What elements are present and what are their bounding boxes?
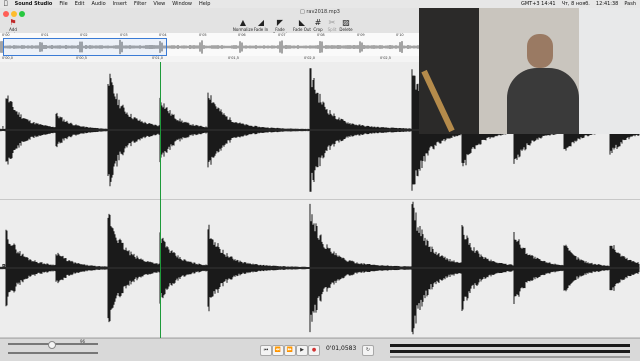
overview-tick: 0'07	[278, 33, 286, 37]
window-light	[579, 8, 640, 134]
time-display: 0'01,0583	[326, 345, 357, 352]
rewind-button[interactable]: ⏪	[272, 345, 284, 356]
zoom-slider-knob[interactable]	[48, 341, 56, 349]
overview-tick: 0'01	[41, 33, 49, 37]
delete-button[interactable]: ▨ Delete	[339, 18, 353, 33]
marker-icon: ⚑	[9, 18, 17, 27]
right-channel-waveform	[0, 201, 640, 335]
crop-icon: #	[314, 18, 322, 27]
ruler-tick: 0'00,0	[2, 56, 13, 60]
overview-tick: 0'00	[2, 33, 10, 37]
menu-help[interactable]: Help	[199, 0, 210, 8]
channel-right[interactable]: R	[0, 200, 640, 338]
right-channel-label: R	[2, 264, 6, 270]
level-meter-bottom	[390, 350, 630, 353]
overview-tick: 0'05	[199, 33, 207, 37]
fade-out-label: Fade Out	[293, 27, 311, 32]
crop-button[interactable]: # Crop	[311, 18, 325, 33]
document-icon: □	[300, 9, 305, 15]
window-title-text: rav2018.mp3	[306, 9, 340, 15]
play-button[interactable]: ▶	[296, 345, 308, 356]
fade-out-button[interactable]: ◣ Fade Out	[293, 18, 311, 33]
ruler-tick: 0'02,0	[304, 56, 315, 60]
overview-selection[interactable]	[3, 38, 167, 56]
overview-tick: 0'08	[317, 33, 325, 37]
level-meter-top	[390, 344, 630, 347]
menu-edit[interactable]: Edit	[75, 0, 85, 8]
left-channel-label: L	[2, 126, 6, 132]
volume-slider[interactable]	[390, 356, 630, 358]
transport-bar: 96 ⏮ ⏪ ⏩ ▶ ● 0'01,0583 ↻	[0, 338, 640, 361]
timezone-status[interactable]: GMT+3 14:41	[521, 0, 556, 8]
person-head	[527, 34, 553, 68]
overview-tick: 0'02	[80, 33, 88, 37]
fade-in-button[interactable]: ◢ Fade In	[253, 18, 269, 33]
normalize-label: Normalize	[232, 27, 254, 32]
loop-button[interactable]: ↻	[362, 345, 374, 356]
apple-menu-icon[interactable]: 	[4, 0, 8, 8]
user-status[interactable]: Pash	[624, 0, 636, 8]
menu-bar:  Sound Studio File Edit Audio Insert Fi…	[0, 0, 640, 8]
clock-status[interactable]: 12:41:38	[596, 0, 618, 8]
fade-in-icon: ◢	[257, 18, 265, 27]
rewind-to-start-button[interactable]: ⏮	[260, 345, 272, 356]
split-label: Split	[327, 27, 337, 32]
playhead[interactable]	[160, 62, 161, 338]
normalize-icon: ▲	[239, 18, 247, 27]
date-status[interactable]: Чт, 8 нояб.	[562, 0, 590, 8]
split-icon: ✂	[328, 18, 336, 27]
menubar-status: GMT+3 14:41 Чт, 8 нояб. 12:41:38 Pash	[521, 0, 636, 8]
zoom-value: 96	[80, 339, 86, 344]
webcam-overlay	[419, 8, 640, 134]
ruler-tick: 0'02,5	[380, 56, 391, 60]
menu-window[interactable]: Window	[172, 0, 192, 8]
record-button[interactable]: ●	[308, 345, 320, 356]
menu-app[interactable]: Sound Studio	[15, 0, 53, 8]
menu-view[interactable]: View	[153, 0, 165, 8]
overview-tick: 0'09	[357, 33, 365, 37]
overview-tick: 0'10	[396, 33, 404, 37]
normalize-button[interactable]: ▲ Normalize	[232, 18, 254, 33]
ruler-tick: 0'01,5	[228, 56, 239, 60]
menu-file[interactable]: File	[59, 0, 67, 8]
ruler-tick: 0'01,0	[152, 56, 163, 60]
split-button[interactable]: ✂ Split	[325, 18, 339, 33]
delete-label: Delete	[339, 27, 353, 32]
crop-label: Crop	[313, 27, 323, 32]
menu-audio[interactable]: Audio	[91, 0, 105, 8]
fade-in-label: Fade In	[253, 27, 269, 32]
horizontal-scroller[interactable]	[8, 352, 98, 354]
fade-out-icon: ◣	[298, 18, 306, 27]
overview-tick: 0'06	[238, 33, 246, 37]
overview-tick: 0'03	[120, 33, 128, 37]
fast-forward-button[interactable]: ⏩	[284, 345, 296, 356]
menu-filter[interactable]: Filter	[134, 0, 146, 8]
shelf	[419, 8, 479, 134]
person-body	[507, 68, 579, 134]
overview-tick: 0'04	[159, 33, 167, 37]
fade-special-icon: ◤	[276, 18, 284, 27]
menu-insert[interactable]: Insert	[113, 0, 127, 8]
ruler-tick: 0'00,5	[76, 56, 87, 60]
delete-icon: ▨	[342, 18, 350, 27]
